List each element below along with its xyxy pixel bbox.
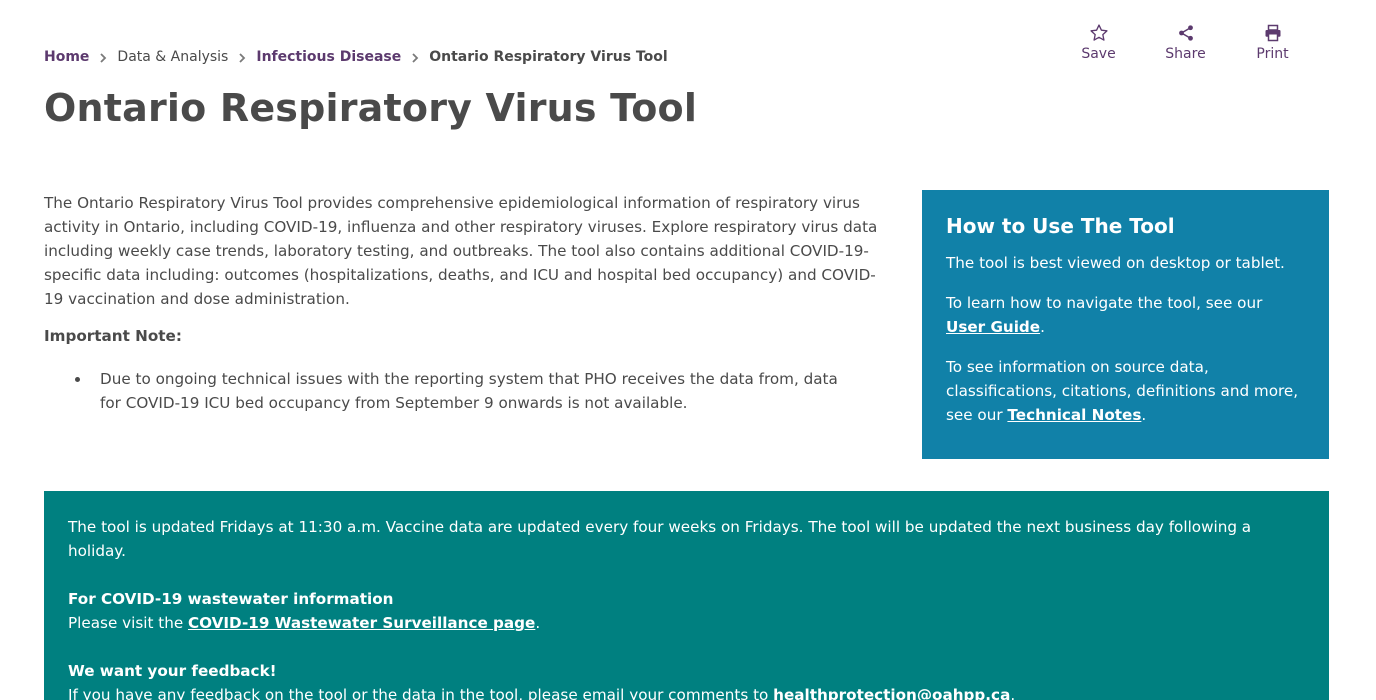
guide-prefix: To learn how to navigate the tool, see o… — [946, 294, 1263, 312]
list-item: Due to ongoing technical issues with the… — [44, 367, 854, 415]
print-button[interactable]: Print — [1229, 22, 1316, 62]
share-label: Share — [1165, 46, 1206, 62]
guide-suffix: . — [1040, 318, 1045, 336]
wastewater-block: For COVID-19 wastewater information Plea… — [68, 587, 1305, 635]
feedback-heading: We want your feedback! — [68, 662, 277, 680]
update-schedule-text: The tool is updated Fridays at 11:30 a.m… — [68, 518, 1252, 560]
important-note-heading: Important Note: — [44, 327, 182, 345]
info-banner: The tool is updated Fridays at 11:30 a.m… — [44, 491, 1329, 700]
important-note-list: Due to ongoing technical issues with the… — [44, 367, 854, 415]
page-title: Ontario Respiratory Virus Tool — [44, 86, 698, 130]
chevron-right-icon — [228, 50, 256, 64]
star-icon — [1089, 22, 1109, 44]
feedback-email-link[interactable]: healthprotection@oahpp.ca — [773, 686, 1010, 700]
save-button[interactable]: Save — [1055, 22, 1142, 62]
chevron-right-icon — [401, 50, 429, 64]
share-icon — [1177, 22, 1195, 44]
breadcrumb-infectious-disease[interactable]: Infectious Disease — [256, 49, 401, 65]
save-label: Save — [1081, 46, 1116, 62]
wastewater-link[interactable]: COVID-19 Wastewater Surveillance page — [188, 614, 535, 632]
how-to-desktop-text: The tool is best viewed on desktop or ta… — [946, 254, 1285, 272]
technical-notes-link[interactable]: Technical Notes — [1007, 406, 1141, 424]
wastewater-prefix: Please visit the — [68, 614, 188, 632]
chevron-right-icon — [89, 50, 117, 64]
wastewater-suffix: . — [535, 614, 541, 632]
page-actions: Save Share Print — [1055, 22, 1316, 62]
print-label: Print — [1256, 46, 1289, 62]
intro-paragraph: The Ontario Respiratory Virus Tool provi… — [44, 194, 878, 308]
feedback-prefix: If you have any feedback on the tool or … — [68, 686, 774, 700]
breadcrumb-current: Ontario Respiratory Virus Tool — [429, 49, 668, 65]
how-to-use-panel: How to Use The Tool The tool is best vie… — [922, 190, 1329, 459]
breadcrumb-home[interactable]: Home — [44, 49, 89, 65]
how-to-notes-text: To see information on source data, class… — [946, 355, 1305, 427]
user-guide-link[interactable]: User Guide — [946, 318, 1040, 336]
wastewater-heading: For COVID-19 wastewater information — [68, 590, 394, 608]
top-bar: Home Data & Analysis Infectious Disease … — [0, 0, 1376, 80]
breadcrumb: Home Data & Analysis Infectious Disease … — [44, 49, 668, 65]
feedback-block: We want your feedback! If you have any f… — [68, 659, 1305, 700]
share-button[interactable]: Share — [1142, 22, 1229, 62]
how-to-guide-text: To learn how to navigate the tool, see o… — [946, 291, 1305, 339]
notes-suffix: . — [1141, 406, 1147, 424]
feedback-suffix: . — [1010, 686, 1016, 700]
printer-icon — [1264, 22, 1282, 44]
how-to-heading: How to Use The Tool — [946, 214, 1175, 238]
breadcrumb-data-analysis[interactable]: Data & Analysis — [117, 49, 228, 65]
